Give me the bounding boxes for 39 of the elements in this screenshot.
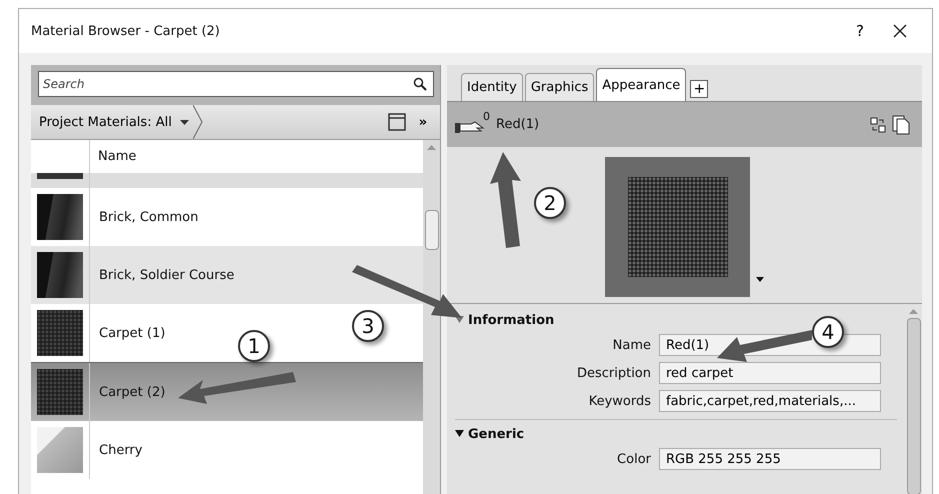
input-field[interactable]: RGB 255 255 255 — [659, 448, 881, 470]
library-dropdown[interactable]: Project Materials: All — [39, 114, 189, 130]
material-name: Cherry — [98, 442, 142, 458]
close-icon — [893, 24, 907, 38]
window-title: Material Browser - Carpet (2) — [31, 24, 221, 38]
user-count: 0 — [483, 110, 490, 123]
swap-icon[interactable] — [870, 116, 886, 132]
add-tab-button[interactable]: + — [690, 80, 708, 98]
field-label: Color — [617, 452, 651, 466]
tab[interactable]: Graphics — [524, 73, 594, 101]
section-header[interactable]: Generic — [455, 423, 897, 445]
expand-triangle-icon — [455, 430, 464, 438]
help-button[interactable]: ? — [840, 16, 880, 46]
material-name: Brick, Common — [98, 210, 198, 224]
material-name: Brick, Soldier Course — [98, 268, 234, 282]
asset-name: Red(1) — [496, 117, 540, 132]
scroll-thumb[interactable] — [424, 210, 438, 250]
search-field[interactable]: Search — [38, 71, 434, 97]
field-label: Description — [576, 366, 651, 380]
column-header[interactable]: Name — [90, 140, 136, 173]
material-name: Carpet (2) — [98, 384, 166, 400]
scroll-thumb[interactable] — [906, 318, 920, 494]
dropdown-caret-icon[interactable] — [756, 277, 764, 283]
tab[interactable]: Appearance — [596, 68, 686, 101]
more-button[interactable]: » — [406, 114, 440, 130]
field-label: Name — [612, 338, 651, 352]
breadcrumb-divider-icon — [192, 105, 203, 139]
panel-view-icon[interactable] — [388, 113, 406, 131]
field-label: Keywords — [588, 394, 651, 408]
input-field[interactable]: fabric,carpet,red,materials,... — [659, 390, 881, 412]
input-field[interactable]: red carpet — [659, 362, 881, 384]
caret-icon — [180, 120, 189, 126]
scrollbar[interactable] — [423, 140, 440, 494]
material-row[interactable]: Carpet (2) — [31, 362, 423, 421]
material-name: Carpet (1) — [98, 326, 166, 340]
material-row[interactable]: Brick, Soldier Course — [31, 246, 423, 304]
duplicate-icon[interactable] — [892, 114, 910, 134]
tab[interactable]: Identity — [461, 73, 523, 101]
search-icon — [413, 77, 427, 91]
